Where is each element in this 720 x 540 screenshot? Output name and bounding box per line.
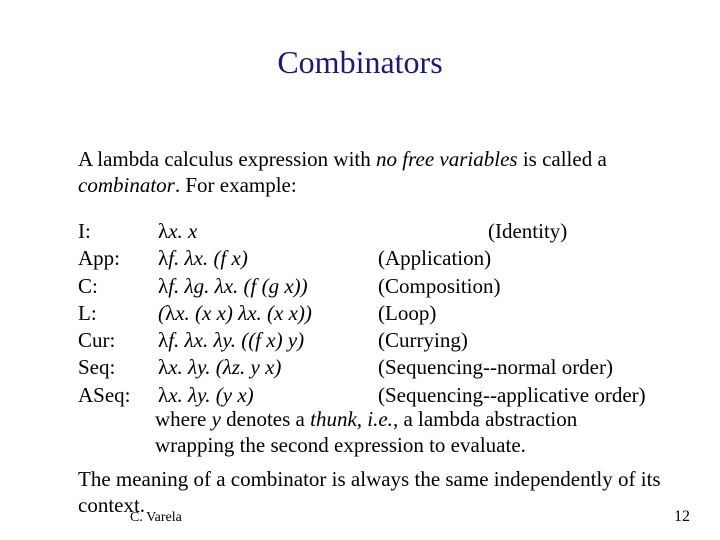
lambda-icon: λ xyxy=(158,246,168,270)
lambda-icon: λ xyxy=(158,383,168,407)
row-label: L: xyxy=(78,300,158,327)
row-expr: λx. λy. (y x) xyxy=(158,382,378,409)
row-label: ASeq: xyxy=(78,382,158,409)
row-expr-body: x. x xyxy=(168,219,197,243)
row-expr: λf. λx. λy. ((f x) y) xyxy=(158,327,378,354)
row-desc: (Application) xyxy=(378,245,658,272)
row-label: Cur: xyxy=(78,327,158,354)
intro-combinator: combinator xyxy=(78,173,175,197)
row-expr: λx. x xyxy=(158,218,378,245)
row-desc: (Sequencing--applicative order) xyxy=(378,382,658,409)
slide-title: Combinators xyxy=(0,44,720,81)
row-expr-body: x. (x x) λx. (x x)) xyxy=(175,301,312,325)
intro-text-mid: is called a xyxy=(518,147,607,171)
row-label: I: xyxy=(78,218,158,245)
lambda-icon: λ xyxy=(158,274,168,298)
table-row: Seq: λx. λy. (λz. y x) (Sequencing--norm… xyxy=(78,354,658,381)
row-expr-body: x. λy. (λz. y x) xyxy=(168,355,281,379)
note-pre: where xyxy=(155,407,212,431)
row-label: App: xyxy=(78,245,158,272)
thunk-note: where y denotes a thunk, i.e., a lambda … xyxy=(155,406,660,459)
row-expr: λf. λx. (f x) xyxy=(158,245,378,272)
combinator-table: I: λx. x (Identity) App: λf. λx. (f x) (… xyxy=(78,218,658,409)
row-expr-body: f. λx. (f x) xyxy=(168,246,248,270)
row-desc: (Sequencing--normal order) xyxy=(378,354,658,381)
note-mid1: denotes a xyxy=(221,407,310,431)
intro-paragraph: A lambda calculus expression with no fre… xyxy=(78,146,658,199)
row-desc: (Currying) xyxy=(378,327,658,354)
table-row: C: λf. λg. λx. (f (g x)) (Composition) xyxy=(78,273,658,300)
intro-nfv: no free variables xyxy=(376,147,518,171)
row-expr: λx. λy. (λz. y x) xyxy=(158,354,378,381)
row-expr-body: x. λy. (y x) xyxy=(168,383,253,407)
note-thunk: thunk, i.e. xyxy=(310,407,393,431)
row-desc: (Loop) xyxy=(378,300,658,327)
row-label: C: xyxy=(78,273,158,300)
slide: Combinators A lambda calculus expression… xyxy=(0,0,720,540)
intro-text-post: . For example: xyxy=(175,173,297,197)
table-row: App: λf. λx. (f x) (Application) xyxy=(78,245,658,272)
row-expr: λf. λg. λx. (f (g x)) xyxy=(158,273,378,300)
note-y: y xyxy=(212,407,221,431)
footer-page-number: 12 xyxy=(674,508,690,526)
intro-text-pre: A lambda calculus expression with xyxy=(78,147,376,171)
table-row: ASeq: λx. λy. (y x) (Sequencing--applica… xyxy=(78,382,658,409)
row-expr: (λx. (x x) λx. (x x)) xyxy=(158,300,378,327)
lambda-icon: λ xyxy=(158,219,168,243)
lambda-icon: λ xyxy=(165,301,175,325)
row-label: Seq: xyxy=(78,354,158,381)
row-expr-body: f. λg. λx. (f (g x)) xyxy=(168,274,307,298)
table-row: Cur: λf. λx. λy. ((f x) y) (Currying) xyxy=(78,327,658,354)
row-desc: (Composition) xyxy=(378,273,658,300)
table-row: I: λx. x (Identity) xyxy=(78,218,658,245)
footer-author: C. Varela xyxy=(130,510,182,526)
lambda-icon: λ xyxy=(158,328,168,352)
row-expr-body: f. λx. λy. ((f x) y) xyxy=(168,328,304,352)
row-desc: (Identity) xyxy=(378,218,658,245)
row-expr-prefix: ( xyxy=(158,301,165,325)
lambda-icon: λ xyxy=(158,355,168,379)
table-row: L: (λx. (x x) λx. (x x)) (Loop) xyxy=(78,300,658,327)
